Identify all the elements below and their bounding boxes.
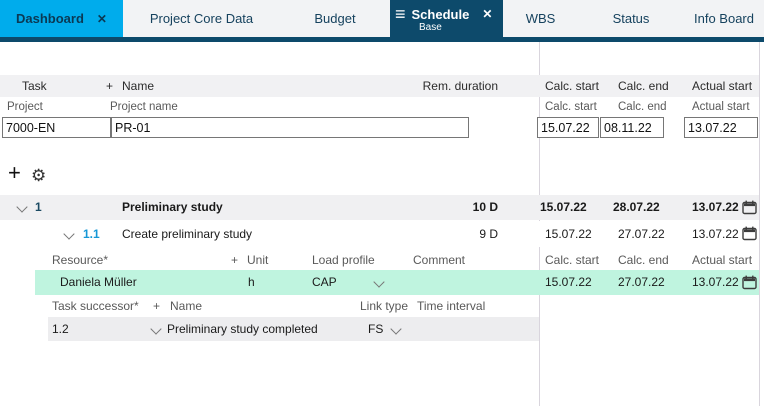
col-header-link-type: Link type (360, 297, 408, 316)
col-header-task: Task (22, 75, 47, 97)
successor-id[interactable]: 1.2 (52, 317, 69, 341)
col-header-actual-start: Actual start (692, 251, 752, 270)
project-name-label: Project name (110, 99, 178, 116)
add-successor-column-icon[interactable]: + (153, 297, 160, 316)
col-header-task-successor: Task successor* (52, 297, 139, 316)
resource-load-profile[interactable]: CAP (312, 270, 337, 295)
close-icon[interactable]: ✕ (482, 7, 492, 21)
project-id-label: Project (7, 99, 43, 116)
successor-name[interactable]: Preliminary study completed (167, 317, 318, 341)
col-header-resource: Resource* (52, 251, 108, 270)
tab-budget-label: Budget (314, 11, 355, 26)
table-header-row: Task + Name Rem. duration Calc. start Ca… (0, 75, 759, 97)
tab-info-board-label: Info Board (694, 11, 754, 26)
col-header-name: Name (122, 75, 154, 97)
col-header-calc-start: Calc. start (545, 75, 599, 97)
task-rem-duration: 10 D (473, 195, 498, 220)
project-calc-end-input[interactable] (600, 117, 664, 138)
project-actual-start-input[interactable] (684, 117, 758, 138)
tab-dashboard-label: Dashboard (16, 11, 84, 26)
schedule-app-window: Dashboard ✕ Project Core Data Budget ≡ S… (0, 0, 764, 406)
successor-link-type[interactable]: FS (368, 317, 383, 341)
project-label-row: Project Project name Calc. start Calc. e… (0, 99, 759, 116)
col-header-calc-end: Calc. end (618, 75, 669, 97)
chevron-down-icon[interactable] (390, 323, 401, 334)
task-actual-start: 13.07.22 (692, 195, 739, 220)
tab-schedule-label: Schedule (412, 7, 470, 22)
task-name[interactable]: Preliminary study (122, 195, 223, 220)
task-calc-start: 15.07.22 (545, 221, 592, 247)
resource-unit[interactable]: h (248, 270, 255, 295)
col-header-successor-name: Name (170, 297, 202, 316)
successor-header-row: Task successor* + Name Link type Time in… (0, 297, 539, 316)
project-calc-end-label: Calc. end (618, 99, 667, 116)
task-name[interactable]: Create preliminary study (122, 221, 252, 247)
tab-dashboard[interactable]: Dashboard ✕ (0, 0, 123, 37)
calendar-icon[interactable] (742, 275, 757, 290)
task-wbs-code[interactable]: 1.1 (83, 221, 100, 247)
resource-row[interactable]: Daniela Müller h CAP 15.07.22 27.07.22 1… (35, 270, 759, 295)
project-calc-start-label: Calc. start (545, 99, 597, 116)
tab-wbs-label: WBS (526, 11, 556, 26)
tab-status[interactable]: Status (578, 0, 684, 37)
project-calc-start-input[interactable] (537, 117, 599, 138)
tab-status-label: Status (613, 11, 650, 26)
task-rem-duration: 9 D (479, 221, 498, 247)
tab-wbs[interactable]: WBS (503, 0, 578, 37)
task-row-1-1[interactable]: 1.1 Create preliminary study 9 D 15.07.2… (0, 221, 759, 247)
project-actual-start-label: Actual start (692, 99, 750, 116)
chevron-down-icon[interactable] (373, 276, 384, 287)
chevron-down-icon[interactable] (150, 323, 161, 334)
tab-project-core-data-label: Project Core Data (150, 11, 253, 26)
col-header-calc-end: Calc. end (618, 251, 669, 270)
project-name-input[interactable] (111, 117, 469, 138)
resource-header-row: Resource* + Unit Load profile Comment Ca… (0, 251, 759, 270)
add-resource-column-icon[interactable]: + (231, 251, 238, 270)
tab-schedule[interactable]: ≡ Schedule ✕ Base (390, 0, 503, 37)
task-wbs-code[interactable]: 1 (35, 195, 42, 220)
col-header-comment: Comment (413, 251, 465, 270)
project-input-row (0, 117, 759, 139)
resource-calc-end: 27.07.22 (618, 270, 665, 295)
right-edge-divider (759, 42, 760, 406)
task-calc-start: 15.07.22 (540, 195, 587, 220)
resource-calc-start: 15.07.22 (545, 270, 592, 295)
add-column-icon[interactable]: + (106, 75, 113, 97)
tab-schedule-sublabel: Base (419, 22, 442, 33)
col-header-calc-start: Calc. start (545, 251, 599, 270)
col-header-unit: Unit (247, 251, 268, 270)
project-id-input[interactable] (2, 117, 111, 138)
task-calc-end: 27.07.22 (618, 221, 665, 247)
task-actual-start: 13.07.22 (692, 221, 739, 247)
col-header-time-interval: Time interval (417, 297, 485, 316)
task-calc-end: 28.07.22 (613, 195, 660, 220)
task-row-1[interactable]: 1 Preliminary study 10 D 15.07.22 28.07.… (0, 195, 759, 220)
successor-row[interactable]: 1.2 Preliminary study completed FS (48, 317, 539, 341)
tab-budget[interactable]: Budget (280, 0, 390, 37)
collapse-chevron-icon[interactable] (63, 228, 74, 239)
col-header-rem-duration: Rem. duration (423, 75, 498, 97)
close-icon[interactable]: ✕ (97, 12, 107, 26)
collapse-chevron-icon[interactable] (16, 201, 27, 212)
calendar-icon[interactable] (742, 226, 757, 241)
tab-project-core-data[interactable]: Project Core Data (123, 0, 280, 37)
settings-gear-icon[interactable]: ⚙ (31, 167, 46, 185)
add-task-button[interactable]: + (8, 163, 21, 183)
calendar-icon[interactable] (742, 200, 757, 215)
resource-name[interactable]: Daniela Müller (60, 270, 137, 295)
menu-icon[interactable]: ≡ (395, 9, 406, 19)
resource-actual-start: 13.07.22 (692, 270, 739, 295)
tab-info-board[interactable]: Info Board (684, 0, 764, 37)
col-header-load-profile: Load profile (312, 251, 375, 270)
tab-bar: Dashboard ✕ Project Core Data Budget ≡ S… (0, 0, 764, 42)
col-header-actual-start: Actual start (692, 75, 752, 97)
